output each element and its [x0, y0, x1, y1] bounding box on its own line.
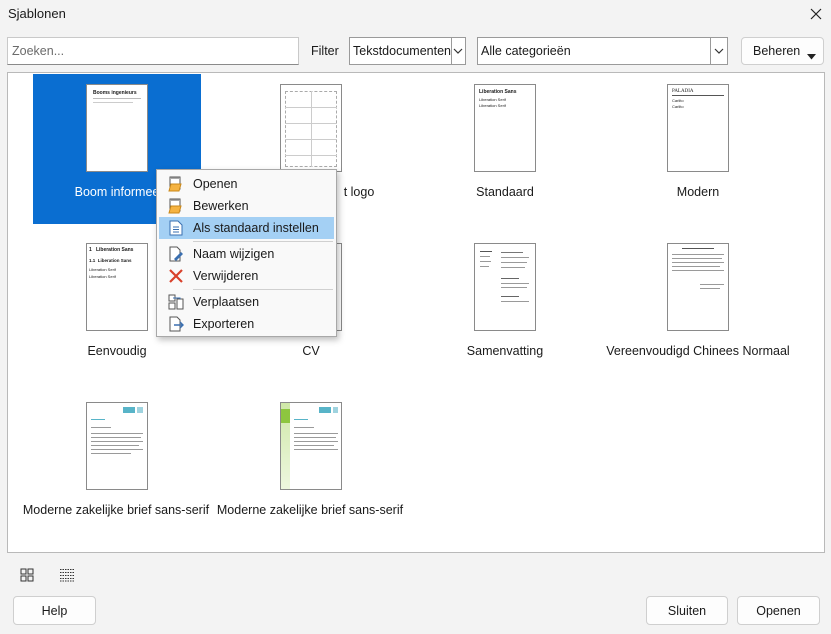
list-view-icon[interactable]	[56, 565, 78, 585]
context-menu: Openen Bewerken Als standaard instellen	[156, 169, 337, 337]
delete-x-icon	[159, 269, 193, 283]
template-thumbnail	[86, 402, 148, 490]
edit-folder-icon	[159, 198, 193, 214]
template-tile[interactable]: Samenvatting	[421, 233, 589, 383]
close-icon[interactable]	[801, 0, 831, 27]
close-label: Sluiten	[667, 603, 707, 618]
menu-separator	[193, 289, 333, 290]
template-name: Vereenvoudigd Chinees Normaal	[606, 344, 790, 358]
search-input[interactable]	[7, 37, 299, 65]
chevron-down-icon	[450, 38, 465, 64]
menu-item-delete[interactable]: Verwijderen	[159, 265, 334, 287]
thumb-heading: Liberation Sans	[97, 258, 132, 263]
menu-separator	[193, 241, 333, 242]
manage-button[interactable]: Beheren	[741, 37, 824, 65]
template-thumbnail	[474, 243, 536, 331]
template-view[interactable]: Booms ingenieurs Boom informee t logo Li…	[7, 72, 825, 553]
template-tile[interactable]: PALADIA Carlito Carlito Modern	[614, 74, 782, 224]
open-folder-icon	[159, 176, 193, 192]
open-label: Openen	[756, 603, 801, 618]
thumb-heading: PALADIA	[672, 89, 694, 94]
template-tile[interactable]: Vereenvoudigd Chinees Normaal	[598, 233, 798, 403]
template-name: Moderne zakelijke brief sans-serif	[22, 503, 210, 517]
filter-toolbar: Filter Tekstdocumenten Alle categorieën …	[0, 36, 831, 66]
template-thumbnail: 1 Liberation Sans 1.1 Liberation Sans Li…	[86, 243, 148, 331]
menu-item-label: Openen	[193, 177, 238, 191]
dropdown-caret-icon	[807, 49, 816, 63]
menu-item-set-default[interactable]: Als standaard instellen	[159, 217, 334, 239]
template-name: Standaard	[476, 185, 534, 199]
thumb-heading: Liberation Sans	[95, 247, 134, 253]
menu-item-label: Naam wijzigen	[193, 247, 275, 261]
move-icon	[159, 294, 193, 310]
close-button[interactable]: Sluiten	[646, 596, 728, 625]
thumb-heading: Liberation Sans	[479, 89, 517, 95]
rename-icon	[159, 246, 193, 262]
template-name: Samenvatting	[466, 344, 544, 358]
open-button[interactable]: Openen	[737, 596, 820, 625]
chevron-down-icon	[710, 38, 727, 64]
category-filter-select[interactable]: Alle categorieën	[477, 37, 728, 65]
template-thumbnail	[280, 84, 342, 172]
menu-item-label: Als standaard instellen	[193, 221, 319, 235]
thumb-line: Carlito	[672, 98, 684, 103]
menu-item-rename[interactable]: Naam wijzigen	[159, 243, 334, 265]
help-label: Help	[41, 603, 68, 618]
menu-item-label: Verplaatsen	[193, 295, 260, 309]
manage-label: Beheren	[753, 44, 801, 58]
thumbnail-view-icon[interactable]	[16, 565, 38, 585]
thumb-line: Liberation Serif	[89, 267, 116, 272]
menu-item-export[interactable]: Exporteren	[159, 313, 334, 335]
filter-label: Filter	[311, 44, 339, 58]
template-tile[interactable]: Moderne zakelijke brief sans-serif	[210, 392, 410, 562]
menu-item-open[interactable]: Openen	[159, 173, 334, 195]
title-bar: Sjablonen	[0, 0, 831, 27]
template-name: Modern	[676, 185, 720, 199]
thumb-heading: Booms ingenieurs	[93, 90, 137, 96]
window-title: Sjablonen	[8, 6, 66, 21]
template-tile[interactable]: Liberation Sans Liberation Serif Liberat…	[421, 74, 589, 224]
help-button[interactable]: Help	[13, 596, 96, 625]
menu-item-label: Bewerken	[193, 199, 249, 213]
menu-item-label: Exporteren	[193, 317, 255, 331]
template-tile[interactable]: Moderne zakelijke brief sans-serif	[16, 392, 216, 562]
template-name: Eenvoudig	[87, 344, 147, 358]
thumb-line: Liberation Serif	[479, 103, 506, 108]
template-thumbnail: Booms ingenieurs	[86, 84, 148, 172]
type-filter-value: Tekstdocumenten	[353, 44, 451, 58]
menu-item-edit[interactable]: Bewerken	[159, 195, 334, 217]
export-icon	[159, 316, 193, 332]
thumb-line: Liberation Serif	[89, 274, 116, 279]
template-thumbnail	[667, 243, 729, 331]
document-icon	[159, 220, 193, 236]
template-name: Moderne zakelijke brief sans-serif	[216, 503, 404, 517]
category-filter-value: Alle categorieën	[481, 44, 571, 58]
template-thumbnail	[280, 402, 342, 490]
type-filter-select[interactable]: Tekstdocumenten	[349, 37, 466, 65]
menu-item-move[interactable]: Verplaatsen	[159, 291, 334, 313]
template-thumbnail: Liberation Sans Liberation Serif Liberat…	[474, 84, 536, 172]
thumb-line: Carlito	[672, 104, 684, 109]
menu-item-label: Verwijderen	[193, 269, 259, 283]
thumb-line: Liberation Serif	[479, 97, 506, 102]
template-name: CV	[302, 344, 320, 358]
template-thumbnail: PALADIA Carlito Carlito	[667, 84, 729, 172]
